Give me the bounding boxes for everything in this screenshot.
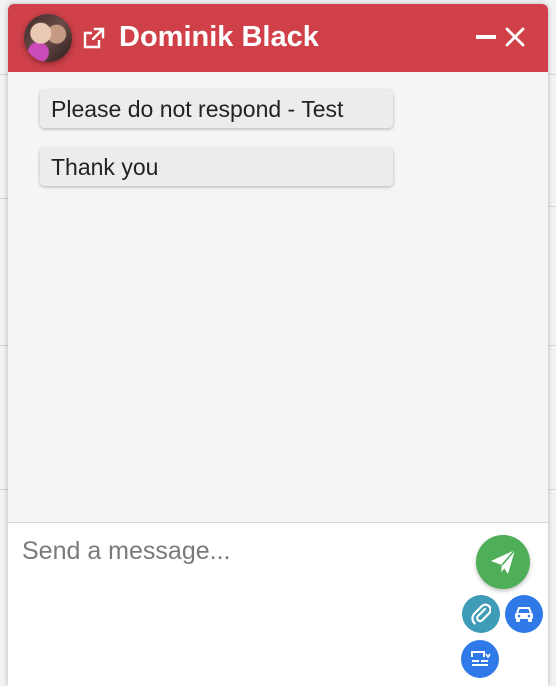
background-divider xyxy=(0,345,8,346)
external-link-icon[interactable] xyxy=(82,26,106,50)
message-bubble: Please do not respond - Test xyxy=(40,90,393,128)
template-list-icon xyxy=(471,651,491,666)
template-button[interactable] xyxy=(461,640,499,678)
background-divider xyxy=(548,206,556,207)
contact-avatar xyxy=(24,14,72,62)
message-composer xyxy=(8,522,548,686)
background-divider xyxy=(548,74,556,75)
background-divider xyxy=(0,489,8,490)
message-list: Please do not respond - Test Thank you xyxy=(8,72,548,522)
background-divider xyxy=(548,489,556,490)
minimize-icon[interactable] xyxy=(475,26,497,48)
message-bubble: Thank you xyxy=(40,148,393,186)
send-button[interactable] xyxy=(476,535,530,589)
contact-name: Dominik Black xyxy=(119,21,319,53)
paperclip-icon xyxy=(471,603,491,625)
vehicle-button[interactable] xyxy=(505,595,543,633)
background-divider xyxy=(0,198,8,199)
close-icon[interactable] xyxy=(504,26,526,48)
background-divider xyxy=(0,74,8,75)
chat-header: Dominik Black xyxy=(8,4,548,72)
attach-button[interactable] xyxy=(462,595,500,633)
chat-window: Dominik Black Please do not respond - Te… xyxy=(8,4,548,686)
paper-plane-icon xyxy=(491,549,516,574)
car-icon xyxy=(515,607,533,622)
message-input[interactable] xyxy=(22,531,452,571)
background-divider xyxy=(548,345,556,346)
